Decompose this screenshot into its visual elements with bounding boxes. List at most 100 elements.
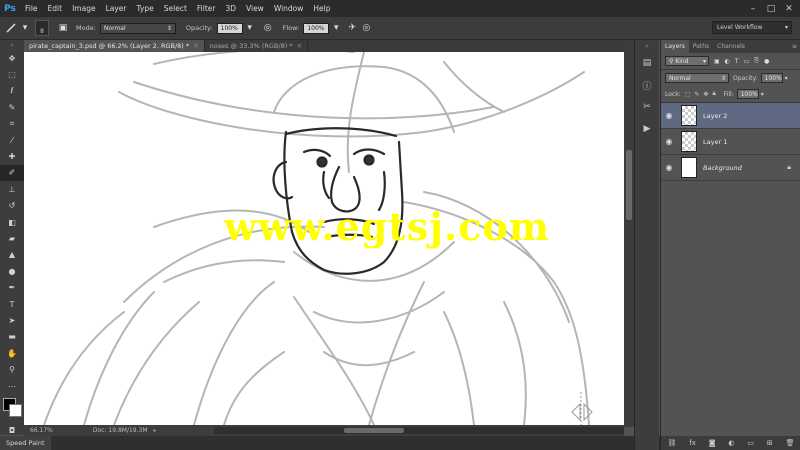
move-icon[interactable]: ✥: [0, 50, 24, 66]
panel-menu-icon[interactable]: ≡: [792, 40, 797, 53]
tab-pirate-captain[interactable]: pirate_captain_3.psd @ 66.2% (Layer 2, R…: [24, 40, 205, 52]
brush-preset-icon[interactable]: [4, 21, 18, 35]
lasso-icon[interactable]: ℓ: [0, 83, 24, 99]
tab-channels[interactable]: Channels: [713, 40, 749, 53]
opacity-input[interactable]: 100%: [216, 22, 243, 34]
canvas-area[interactable]: www.egtsj.com: [24, 52, 624, 425]
eraser-icon[interactable]: ◧: [0, 214, 24, 230]
status-arrow-icon[interactable]: ▸: [154, 427, 157, 434]
new-group-icon[interactable]: ▭: [747, 439, 754, 447]
close-icon[interactable]: ✕: [193, 42, 198, 50]
filter-type-icon[interactable]: T: [735, 58, 739, 65]
adjustment-layer-icon[interactable]: ◐: [728, 439, 734, 447]
airbrush-icon[interactable]: ✈: [345, 21, 359, 35]
menu-view[interactable]: View: [241, 4, 269, 13]
link-layers-icon[interactable]: ⛓: [667, 439, 676, 447]
menu-image[interactable]: Image: [67, 4, 101, 13]
layer-name[interactable]: Layer 1: [703, 138, 727, 146]
layer-thumbnail[interactable]: [681, 131, 697, 152]
lock-pixels-icon[interactable]: ✎: [694, 91, 699, 98]
pen-icon[interactable]: ✒: [0, 279, 24, 295]
menu-type[interactable]: Type: [132, 4, 159, 13]
chevron-down-icon[interactable]: ▾: [18, 21, 32, 35]
vertical-scroll-thumb[interactable]: [626, 150, 632, 220]
workspace-select[interactable]: Level Workflow ▾: [712, 21, 792, 34]
delete-layer-icon[interactable]: 🗑︎: [786, 439, 795, 447]
layer-name[interactable]: Layer 2: [703, 112, 727, 120]
vertical-scrollbar[interactable]: [624, 40, 634, 427]
flow-dropdown-icon[interactable]: ▾: [329, 21, 343, 35]
more-tools-icon[interactable]: ⋯: [0, 378, 24, 394]
horizontal-scrollbar[interactable]: [214, 427, 624, 434]
quick-select-icon[interactable]: ✎: [0, 99, 24, 115]
blur-icon[interactable]: ▲: [0, 247, 24, 263]
menu-file[interactable]: File: [20, 4, 43, 13]
menu-filter[interactable]: Filter: [192, 4, 221, 13]
document-canvas[interactable]: www.egtsj.com: [24, 52, 624, 425]
layer-row-layer-1[interactable]: ◉ Layer 1: [661, 129, 800, 155]
add-mask-icon[interactable]: ◙: [709, 439, 716, 447]
collapse-icon[interactable]: »: [0, 40, 24, 50]
adjustments-icon[interactable]: ✂: [635, 96, 659, 118]
menu-window[interactable]: Window: [269, 4, 309, 13]
pressure-opacity-icon[interactable]: ◎: [261, 21, 275, 35]
healing-icon[interactable]: ✚: [0, 148, 24, 164]
hand-icon[interactable]: ✋: [0, 345, 24, 361]
horizontal-scroll-thumb[interactable]: [344, 428, 404, 433]
filter-pixel-icon[interactable]: ▣: [714, 58, 720, 65]
lock-position-icon[interactable]: ✥: [703, 91, 708, 98]
marquee-icon[interactable]: ⬚: [0, 66, 24, 82]
properties-icon[interactable]: ⓘ: [635, 74, 659, 96]
visibility-eye-icon[interactable]: ◉: [661, 111, 677, 120]
doc-info[interactable]: Doc: 19.8M/19.3M: [93, 427, 148, 434]
menu-help[interactable]: Help: [308, 4, 335, 13]
layer-row-layer-2[interactable]: ◉ Layer 2: [661, 103, 800, 129]
collapse-icon[interactable]: «: [635, 40, 659, 52]
eyedropper-icon[interactable]: ⁄: [0, 132, 24, 148]
filter-toggle-icon[interactable]: ●: [764, 58, 769, 65]
pressure-size-icon[interactable]: ◎: [359, 21, 373, 35]
menu-layer[interactable]: Layer: [101, 4, 132, 13]
blend-mode-select[interactable]: Normal ⇕: [665, 73, 729, 83]
menu-edit[interactable]: Edit: [43, 4, 68, 13]
background-color-swatch[interactable]: [9, 404, 22, 418]
layer-style-icon[interactable]: fx: [689, 439, 696, 447]
fill-input[interactable]: 100%: [736, 89, 759, 99]
maximize-button[interactable]: □: [762, 0, 780, 17]
path-select-icon[interactable]: ➤: [0, 312, 24, 328]
close-button[interactable]: ✕: [780, 0, 798, 17]
brush-icon[interactable]: ✐: [0, 164, 24, 182]
clone-stamp-icon[interactable]: ⊥: [0, 181, 24, 197]
visibility-eye-icon[interactable]: ◉: [661, 137, 677, 146]
brush-panel-icon[interactable]: ▣: [56, 21, 70, 35]
brush-panel-icon[interactable]: ▶: [635, 118, 659, 140]
history-brush-icon[interactable]: ↺: [0, 198, 24, 214]
lock-transparent-icon[interactable]: ⬚: [685, 91, 691, 98]
history-icon[interactable]: ▤: [635, 52, 659, 74]
dodge-icon[interactable]: ●: [0, 263, 24, 279]
tab-layers[interactable]: Layers: [661, 40, 689, 53]
crop-icon[interactable]: ⌗: [0, 116, 24, 132]
menu-3d[interactable]: 3D: [220, 4, 241, 13]
filter-smart-icon[interactable]: ⎘: [754, 57, 759, 65]
color-swatches[interactable]: [0, 394, 24, 422]
chevron-down-icon[interactable]: ▾: [785, 75, 788, 82]
kind-filter-select[interactable]: ⚲ Kind ▾: [665, 56, 709, 66]
layer-thumbnail[interactable]: [681, 157, 697, 178]
layer-thumbnail[interactable]: [681, 105, 697, 126]
chevron-down-icon[interactable]: ▾: [761, 91, 764, 98]
filter-adjust-icon[interactable]: ◐: [725, 58, 730, 65]
tab-noses[interactable]: noses @ 33.3% (RGB/8) * ✕: [205, 40, 309, 52]
type-icon[interactable]: T: [0, 296, 24, 312]
filter-shape-icon[interactable]: ▭: [744, 58, 750, 65]
opacity-dropdown-icon[interactable]: ▾: [243, 21, 257, 35]
zoom-level[interactable]: 66.17%: [30, 427, 53, 434]
brush-size-picker[interactable]: 8: [35, 20, 49, 36]
layer-row-background[interactable]: ◉ Background 🔒︎: [661, 155, 800, 181]
visibility-eye-icon[interactable]: ◉: [661, 163, 677, 172]
tab-paths[interactable]: Paths: [689, 40, 713, 53]
layer-name[interactable]: Background: [703, 164, 742, 172]
speed-paint-tab[interactable]: Speed Paint: [0, 436, 51, 450]
layer-opacity-input[interactable]: 100%: [760, 73, 783, 83]
minimize-button[interactable]: –: [744, 0, 762, 17]
